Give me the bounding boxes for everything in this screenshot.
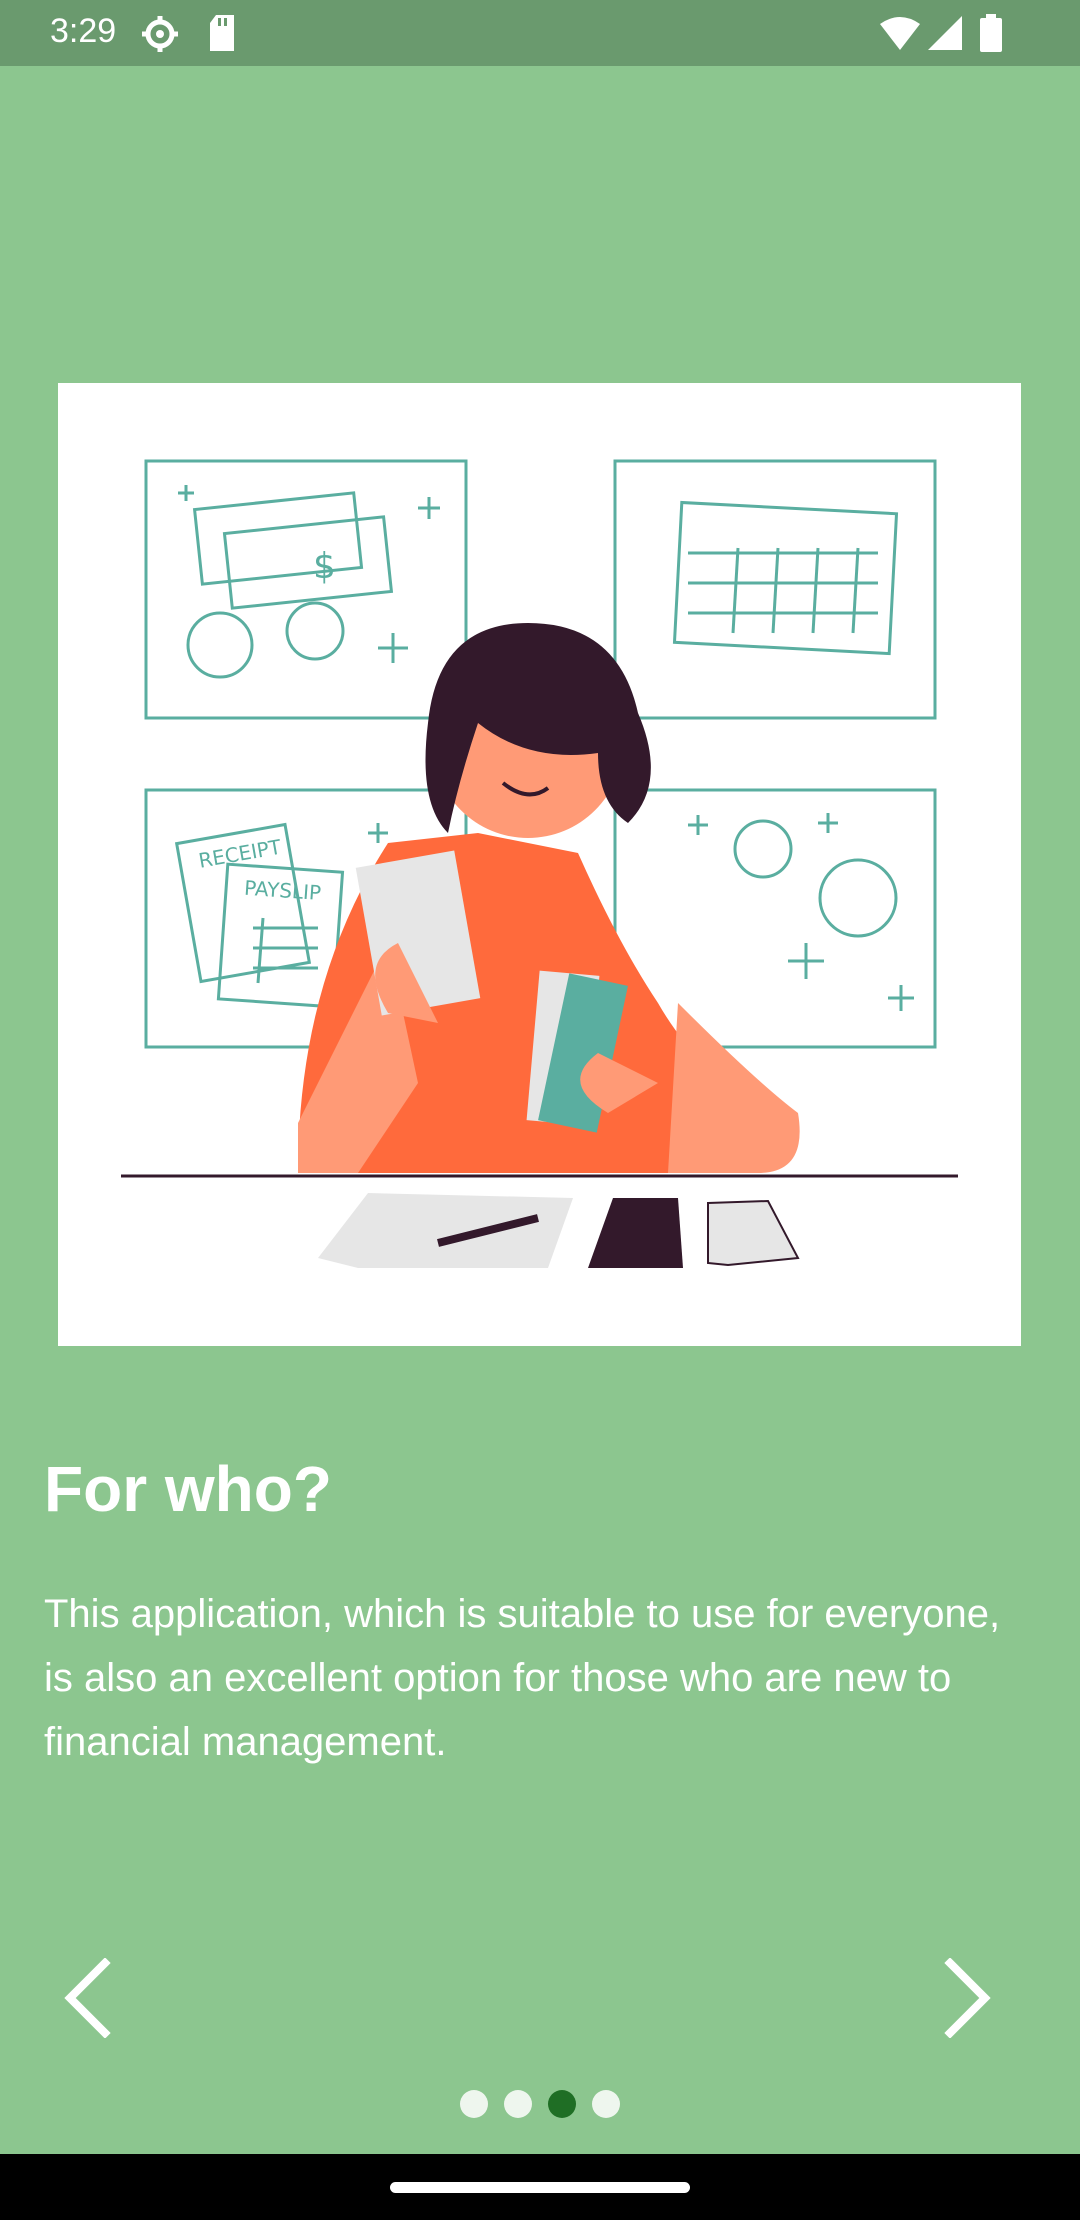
next-button[interactable]	[925, 1956, 1005, 2043]
status-bar: 3:29	[0, 0, 1080, 66]
wifi-icon	[880, 16, 920, 55]
financial-management-illustration: $ RECEIPT PAYSLIP	[58, 383, 1021, 1346]
page-dot-active[interactable]	[548, 2090, 576, 2118]
home-indicator[interactable]	[390, 2182, 690, 2193]
page-description: This application, which is suitable to u…	[44, 1592, 1001, 1764]
system-navigation-bar	[0, 2154, 1080, 2220]
settings-icon	[140, 14, 180, 59]
signal-icon	[928, 16, 962, 55]
page-indicator	[0, 2090, 1080, 2118]
chevron-right-icon	[935, 1956, 995, 2043]
svg-text:PAYSLIP: PAYSLIP	[243, 876, 321, 905]
page-dot[interactable]	[504, 2090, 532, 2118]
page-title: For who?	[44, 1453, 332, 1525]
sd-card-icon	[208, 15, 236, 56]
page-dot[interactable]	[460, 2090, 488, 2118]
chevron-left-icon	[60, 1956, 120, 2043]
page-dot[interactable]	[592, 2090, 620, 2118]
previous-button[interactable]	[50, 1956, 130, 2043]
battery-icon	[980, 14, 1002, 57]
status-time: 3:29	[50, 12, 117, 50]
svg-text:$: $	[313, 546, 336, 587]
